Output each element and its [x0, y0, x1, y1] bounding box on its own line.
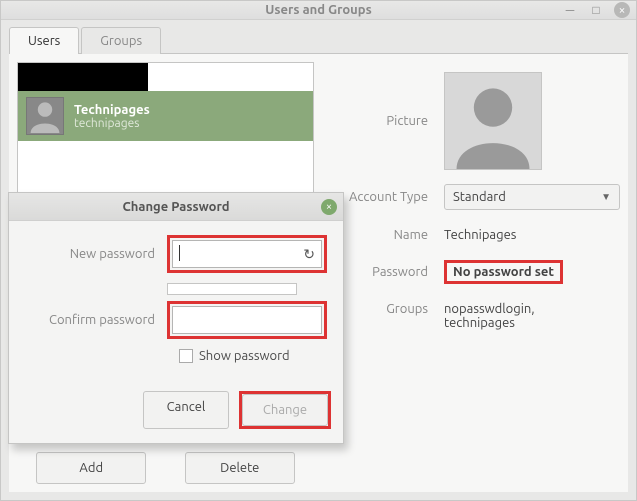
generate-password-icon[interactable]: ↻ [303, 246, 315, 263]
window-minimize-button[interactable]: － [562, 2, 578, 18]
window-maximize-button[interactable]: □ [588, 2, 604, 18]
window-close-button[interactable]: × [614, 2, 630, 18]
window-titlebar: Users and Groups － □ × [1, 1, 636, 20]
change-button[interactable]: Change [242, 394, 328, 426]
change-password-dialog: Change Password × New password ↻ Confirm… [8, 192, 344, 444]
groups-value[interactable]: nopasswdlogin, technipages [444, 302, 594, 330]
password-value-highlight: No password set [444, 260, 563, 284]
label-account-type: Account Type [334, 190, 444, 204]
label-groups: Groups [334, 302, 444, 316]
dialog-title: Change Password [122, 200, 229, 214]
window-title: Users and Groups [265, 3, 371, 17]
label-show-password: Show password [199, 349, 290, 363]
label-name: Name [334, 228, 444, 242]
tab-users[interactable]: Users [9, 27, 79, 54]
account-type-value: Standard [453, 190, 506, 204]
label-confirm-password: Confirm password [21, 313, 167, 327]
user-picture[interactable] [444, 72, 542, 170]
confirm-password-input[interactable] [172, 306, 322, 334]
password-strength-meter [167, 283, 297, 295]
label-new-password: New password [21, 247, 167, 261]
add-user-button[interactable]: Add [36, 452, 146, 484]
user-avatar-icon [26, 97, 64, 135]
tab-groups[interactable]: Groups [81, 27, 161, 54]
confirm-password-highlight [167, 301, 327, 339]
tab-bar: Users Groups [1, 20, 636, 53]
dialog-titlebar: Change Password × [9, 193, 343, 221]
chevron-down-icon: ▼ [601, 191, 611, 203]
account-type-select[interactable]: Standard ▼ [444, 184, 620, 210]
text-caret [179, 245, 180, 261]
delete-user-button[interactable]: Delete [185, 452, 295, 484]
dialog-close-button[interactable]: × [321, 199, 337, 215]
name-value[interactable]: Technipages [444, 228, 516, 242]
password-value[interactable]: No password set [453, 265, 554, 279]
user-display-name: Technipages [74, 103, 150, 117]
user-list-item-redacted[interactable] [18, 63, 148, 91]
label-password: Password [334, 265, 444, 279]
show-password-checkbox[interactable] [179, 349, 193, 363]
new-password-input[interactable]: ↻ [172, 240, 322, 268]
label-picture: Picture [334, 114, 444, 128]
new-password-highlight: ↻ [167, 235, 327, 273]
user-list-item-selected[interactable]: Technipages technipages [18, 91, 313, 141]
user-username: technipages [74, 117, 150, 130]
cancel-button[interactable]: Cancel [143, 391, 229, 429]
change-button-highlight: Change [239, 391, 331, 429]
